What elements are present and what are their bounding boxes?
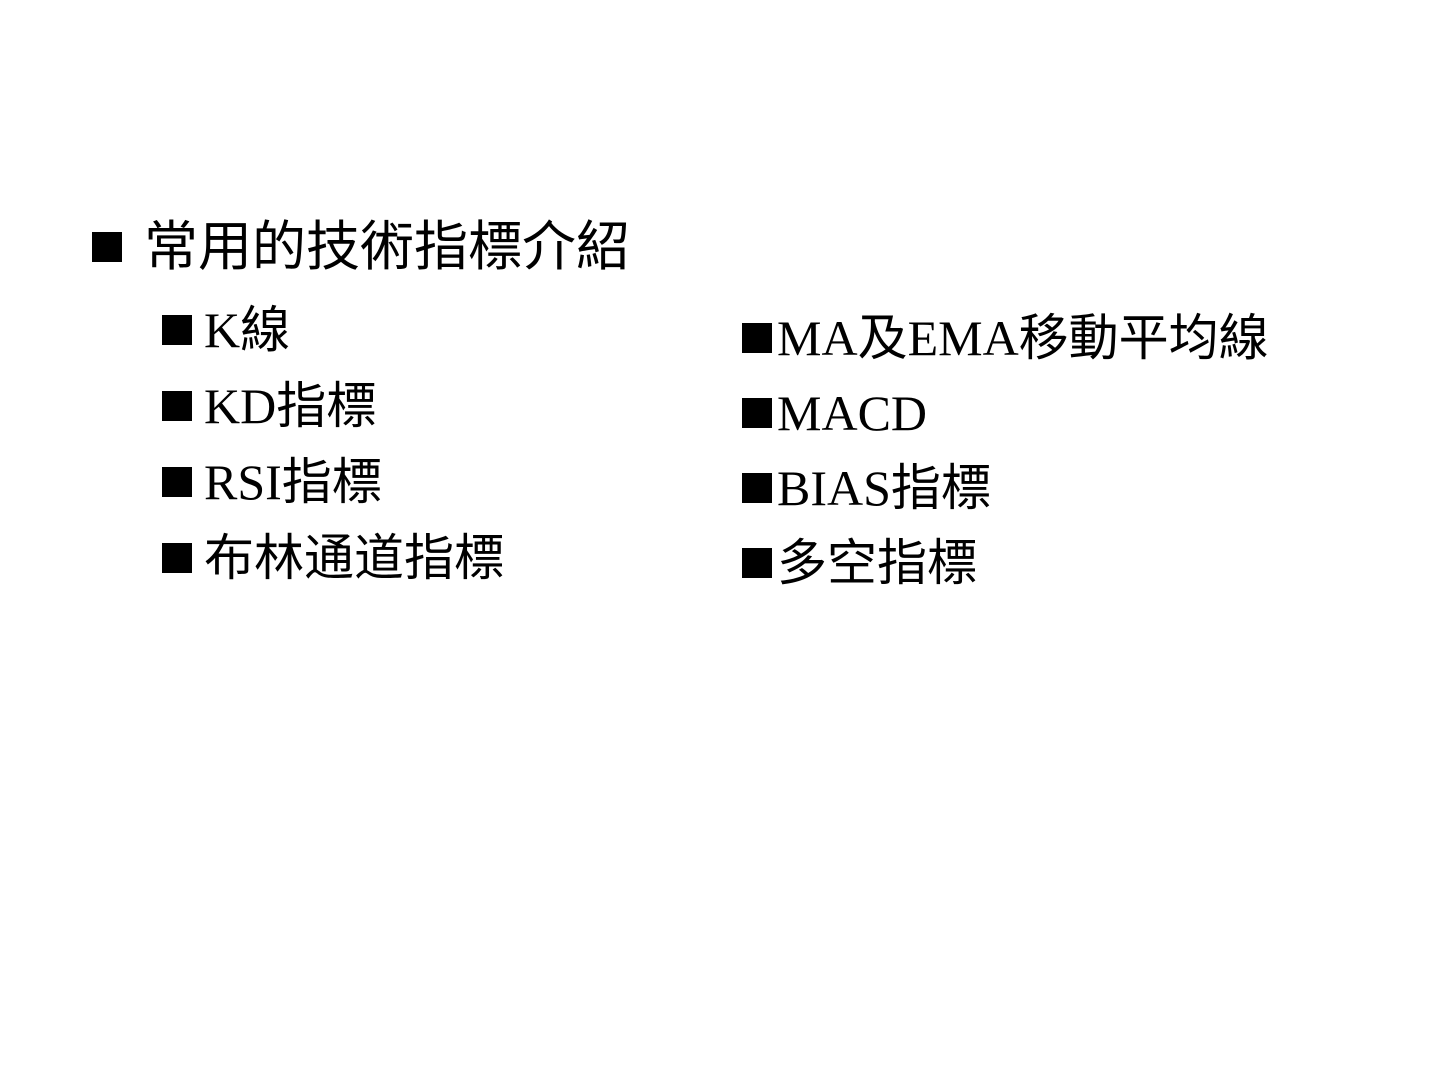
list-item-label: 布林通道指標 (204, 530, 504, 586)
square-bullet-icon (162, 391, 192, 421)
square-bullet-icon (162, 467, 192, 497)
list-item-label: KD指標 (204, 378, 377, 434)
list-item: RSI指標 (162, 444, 504, 520)
heading-text: 常用的技術指標介紹 (144, 217, 630, 277)
list-item: KD指標 (162, 368, 504, 444)
list-item: K線 (162, 292, 504, 368)
slide: 常用的技術指標介紹 K線 KD指標 RSI指標 布林通道指標 MA及EMA移動平… (0, 0, 1440, 1080)
list-item-label: K線 (204, 302, 291, 358)
list-item-label: BIAS指標 (777, 459, 991, 516)
square-bullet-icon (162, 543, 192, 573)
square-bullet-icon (162, 315, 192, 345)
square-bullet-icon (742, 472, 772, 503)
list-item: MACD (742, 375, 1269, 450)
slide-heading: 常用的技術指標介紹 (92, 212, 630, 282)
list-item: MA及EMA移動平均線 (742, 300, 1269, 375)
square-bullet-icon (742, 397, 772, 428)
list-item-label: MA及EMA移動平均線 (777, 309, 1269, 366)
list-item: BIAS指標 (742, 450, 1269, 525)
square-bullet-icon (742, 547, 772, 578)
list-item-label: MACD (777, 384, 928, 441)
left-indicator-list: K線 KD指標 RSI指標 布林通道指標 (162, 292, 504, 596)
right-indicator-list: MA及EMA移動平均線 MACD BIAS指標 多空指標 (742, 300, 1269, 600)
list-item: 布林通道指標 (162, 520, 504, 596)
list-item-label: RSI指標 (204, 454, 382, 510)
square-bullet-icon (92, 232, 122, 262)
square-bullet-icon (742, 322, 772, 353)
list-item: 多空指標 (742, 525, 1269, 600)
list-item-label: 多空指標 (777, 534, 977, 591)
